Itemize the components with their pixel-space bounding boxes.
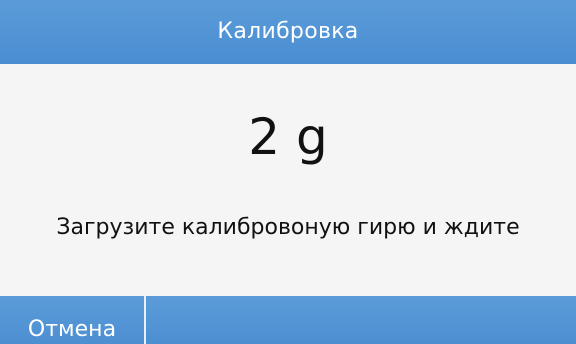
cancel-button-label: Отмена [27, 317, 117, 342]
weight-display: 2 g [248, 108, 328, 166]
title-bar: Калибровка [0, 0, 576, 64]
bottom-toolbar: Отмена [0, 296, 576, 344]
toolbar-empty-area [146, 296, 576, 344]
cancel-button[interactable]: Отмена [0, 296, 146, 344]
calibration-screen: Калибровка 2 g Загрузите калибровоную ги… [0, 0, 576, 344]
page-title: Калибровка [217, 18, 359, 44]
instruction-text: Загрузите калибровоную гирю и ждите [56, 215, 520, 240]
content-area: 2 g Загрузите калибровоную гирю и ждите [0, 64, 576, 296]
